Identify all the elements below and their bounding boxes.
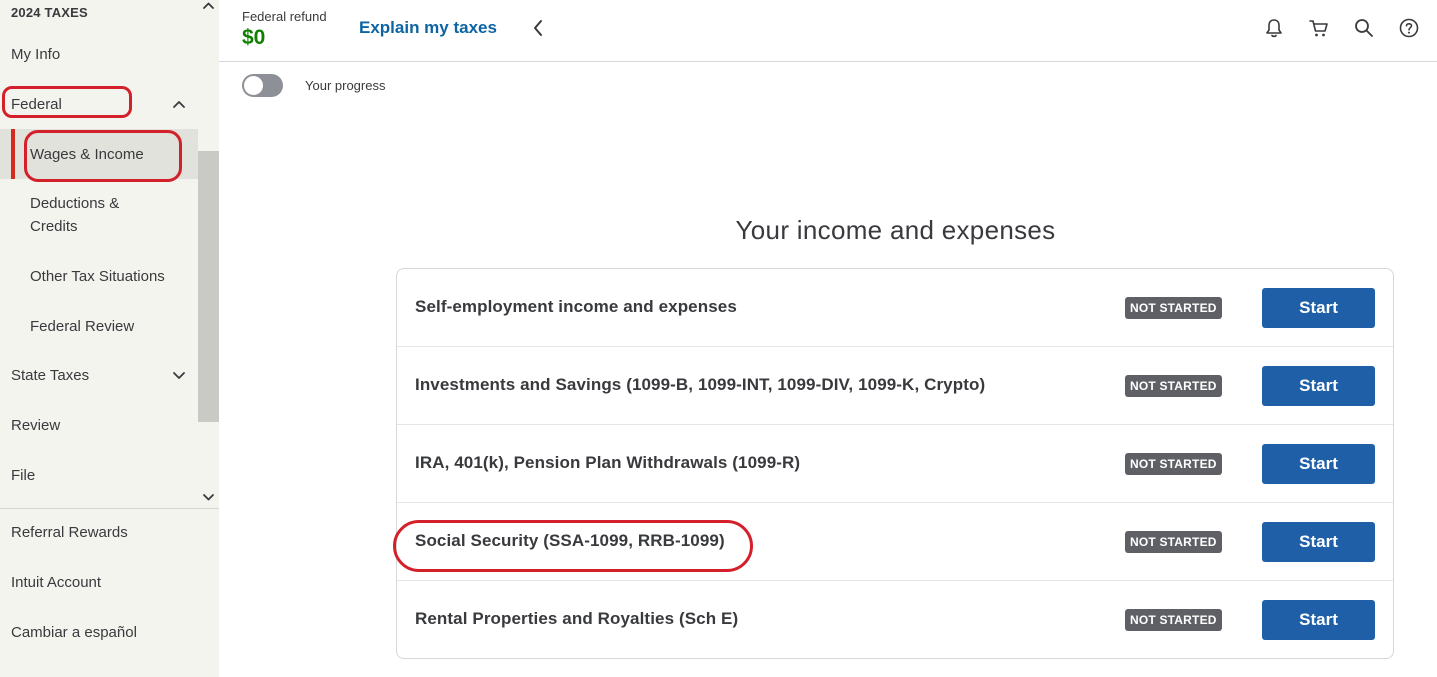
income-row-label: Rental Properties and Royalties (Sch E)	[415, 609, 739, 628]
status-badge: NOT STARTED	[1125, 453, 1222, 475]
start-button[interactable]: Start	[1262, 288, 1375, 328]
sidebar-item-my-info[interactable]: My Info	[0, 31, 198, 77]
sidebar-item-label: Review	[11, 416, 61, 434]
chevron-down-icon	[172, 368, 186, 382]
start-button[interactable]: Start	[1262, 366, 1375, 406]
status-badge: NOT STARTED	[1125, 297, 1222, 319]
sidebar-item-label: Federal	[11, 95, 62, 113]
sidebar-link-intuit-account[interactable]: Intuit Account	[11, 574, 101, 591]
federal-refund-amount: $0	[242, 26, 266, 49]
toggle-knob	[244, 76, 263, 95]
income-row-label: Social Security (SSA-1099, RRB-1099)	[415, 531, 725, 550]
sidebar-item-review[interactable]: Review	[0, 402, 198, 448]
sidebar-scrollbar-thumb[interactable]	[198, 151, 219, 422]
active-indicator	[11, 129, 15, 179]
sidebar-item-label: Deductions &	[30, 195, 120, 212]
income-row: Self-employment income and expenses NOT …	[397, 269, 1393, 347]
sidebar-item-label: My Info	[11, 45, 61, 63]
sidebar-link-spanish[interactable]: Cambiar a español	[11, 624, 137, 641]
sidebar-nav: 2024 TAXES My Info Federal Wages & Incom…	[0, 0, 198, 508]
income-row: Rental Properties and Royalties (Sch E) …	[397, 581, 1393, 658]
progress-label: Your progress	[305, 78, 386, 93]
sidebar-item-label: Credits	[30, 218, 78, 235]
income-row-label: Self-employment income and expenses	[415, 297, 737, 316]
chevron-left-icon[interactable]	[531, 18, 545, 38]
income-row: Social Security (SSA-1099, RRB-1099) NOT…	[397, 503, 1393, 581]
start-button[interactable]: Start	[1262, 444, 1375, 484]
cart-icon[interactable]	[1308, 17, 1330, 39]
sidebar-item-label: File	[11, 466, 36, 484]
bell-icon[interactable]	[1263, 17, 1285, 39]
start-button[interactable]: Start	[1262, 600, 1375, 640]
income-row: IRA, 401(k), Pension Plan Withdrawals (1…	[397, 425, 1393, 503]
income-row: Investments and Savings (1099-B, 1099-IN…	[397, 347, 1393, 425]
sidebar-item-wages-income[interactable]: Wages & Income	[0, 129, 198, 179]
sidebar-divider	[0, 508, 219, 509]
sidebar-item-label: Other Tax Situations	[30, 268, 165, 285]
income-categories-card: Self-employment income and expenses NOT …	[396, 268, 1394, 659]
start-button[interactable]: Start	[1262, 522, 1375, 562]
top-header: Federal refund $0 Explain my taxes	[219, 0, 1437, 62]
status-badge: NOT STARTED	[1125, 531, 1222, 553]
sidebar-item-label: State Taxes	[11, 366, 90, 384]
sidebar-item-deductions-credits[interactable]: Deductions & Credits	[0, 180, 198, 250]
scroll-up-arrow-icon[interactable]	[201, 0, 216, 12]
progress-toggle[interactable]	[242, 74, 283, 97]
sidebar-item-label: Federal Review	[30, 318, 135, 335]
tax-year-heading: 2024 TAXES	[11, 5, 88, 20]
income-row-label: Investments and Savings (1099-B, 1099-IN…	[415, 375, 986, 394]
scroll-down-arrow-icon[interactable]	[201, 491, 216, 503]
sidebar-item-federal[interactable]: Federal	[0, 81, 198, 127]
sidebar: 2024 TAXES My Info Federal Wages & Incom…	[0, 0, 219, 677]
sidebar-link-referral-rewards[interactable]: Referral Rewards	[11, 524, 128, 541]
search-icon[interactable]	[1353, 17, 1375, 39]
sidebar-item-file[interactable]: File	[0, 452, 198, 498]
page-title: Your income and expenses	[735, 215, 1056, 245]
help-icon[interactable]	[1398, 17, 1420, 39]
federal-refund-label: Federal refund	[242, 9, 327, 24]
explain-my-taxes-link[interactable]: Explain my taxes	[359, 18, 497, 38]
sidebar-item-state-taxes[interactable]: State Taxes	[0, 352, 198, 398]
status-badge: NOT STARTED	[1125, 375, 1222, 397]
status-badge: NOT STARTED	[1125, 609, 1222, 631]
chevron-up-icon	[172, 97, 186, 111]
sidebar-item-label: Wages & Income	[30, 146, 144, 163]
sidebar-item-federal-review[interactable]: Federal Review	[0, 304, 198, 350]
sidebar-item-other-tax-situations[interactable]: Other Tax Situations	[0, 254, 198, 300]
income-row-label: IRA, 401(k), Pension Plan Withdrawals (1…	[415, 453, 801, 472]
